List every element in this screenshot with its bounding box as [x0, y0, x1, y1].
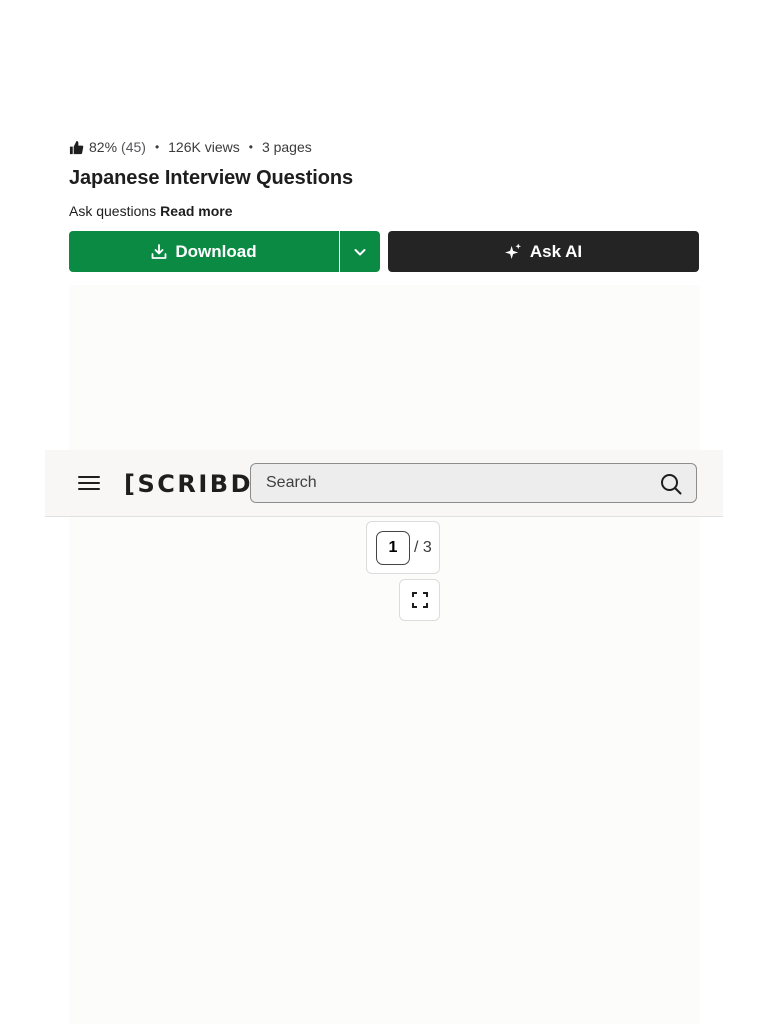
document-title: Japanese Interview Questions [69, 167, 353, 189]
document-meta: 82% (45) • 126K views • 3 pages [69, 138, 312, 156]
ask-ai-label: Ask AI [529, 241, 583, 261]
scribd-logo[interactable]: [SCRIBD] [124, 470, 266, 498]
current-page-input[interactable] [376, 530, 410, 565]
download-button[interactable]: Download [69, 231, 339, 272]
download-options-button[interactable] [340, 231, 380, 272]
download-label: Download [175, 241, 257, 261]
search-bar [250, 463, 697, 503]
thumbs-up-icon [69, 140, 84, 155]
search-icon[interactable] [660, 473, 682, 495]
separator-dot: • [248, 140, 253, 154]
document-preview-area [69, 285, 700, 1024]
document-description: Ask questions Read more [69, 203, 233, 219]
search-input[interactable] [251, 464, 641, 502]
description-text: Ask questions [69, 203, 157, 219]
hamburger-menu-icon[interactable] [78, 475, 100, 491]
read-more-link[interactable]: Read more [160, 203, 232, 219]
ask-ai-button[interactable]: Ask AI [388, 231, 699, 272]
rating-percent: 82% [89, 139, 118, 155]
fullscreen-button[interactable] [399, 579, 440, 621]
page-count: 3 pages [261, 139, 312, 155]
fullscreen-icon [411, 592, 428, 608]
page-total: / 3 [414, 538, 432, 556]
chevron-down-icon [354, 248, 366, 255]
sparkle-icon [504, 243, 521, 260]
separator-dot: • [154, 140, 160, 154]
site-header: [SCRIBD] [45, 450, 723, 517]
view-count: 126K views [168, 139, 240, 155]
rating-count: (45) [121, 139, 146, 155]
download-icon [151, 243, 167, 259]
page-navigator: / 3 [366, 521, 440, 574]
